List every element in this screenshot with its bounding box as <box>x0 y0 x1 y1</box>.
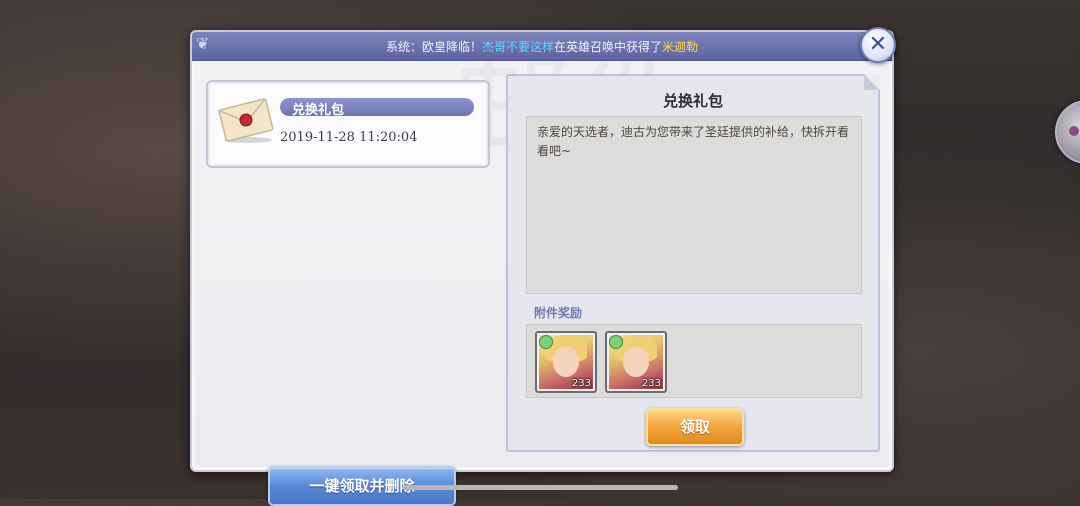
attachment-box: 233 233 <box>526 324 862 398</box>
home-indicator[interactable] <box>402 485 678 490</box>
element-badge-icon <box>539 335 553 349</box>
envelope-icon <box>218 98 274 143</box>
system-notice-bar: ❦ 系统：欧皇降临！杰哥不要这样在英雄召唤中获得了米迦勒 <box>192 32 892 61</box>
hero-portrait-icon <box>623 347 649 377</box>
close-button[interactable]: ✕ <box>860 27 896 63</box>
system-notice-text: 系统：欧皇降临！杰哥不要这样在英雄召唤中获得了米迦勒 <box>192 38 892 55</box>
mail-body-box: 亲爱的天选者，迪古为您带来了圣廷提供的补给，快拆开看看吧~ <box>526 116 862 294</box>
mail-list-item[interactable]: 兑换礼包 2019-11-28 11:20:04 <box>206 80 490 168</box>
reward-item[interactable]: 233 <box>605 331 667 393</box>
mail-body-text: 亲爱的天选者，迪古为您带来了圣廷提供的补给，快拆开看看吧~ <box>537 125 850 158</box>
notice-middle: 在英雄召唤中获得了 <box>554 40 663 54</box>
mail-panel: 邮件 ❦ 系统：欧皇降临！杰哥不要这样在英雄召唤中获得了米迦勒 兑换礼包 201… <box>190 30 894 506</box>
attachment-label: 附件奖励 <box>534 306 583 320</box>
reward-quantity: 233 <box>641 378 661 389</box>
notice-player-name: 杰哥不要这样 <box>481 40 554 54</box>
notice-prefix: 系统：欧皇降临！ <box>385 40 482 54</box>
hero-portrait-icon <box>553 347 579 377</box>
close-icon: ✕ <box>868 32 888 57</box>
element-badge-icon <box>609 335 623 349</box>
mail-list: 兑换礼包 2019-11-28 11:20:04 一键领取并删除 <box>206 80 490 506</box>
mail-item-date: 2019-11-28 11:20:04 <box>280 130 418 145</box>
mail-item-title: 兑换礼包 <box>292 103 345 118</box>
notice-hero-name: 米迦勒 <box>662 40 699 54</box>
reward-item[interactable]: 233 <box>535 331 597 393</box>
mail-detail-heading: 兑换礼包 <box>662 92 723 110</box>
claim-button[interactable]: 领取 <box>646 408 744 446</box>
mail-detail-panel: 兑换礼包 亲爱的天选者，迪古为您带来了圣廷提供的补给，快拆开看看吧~ 附件奖励 … <box>506 74 880 452</box>
reward-quantity: 233 <box>571 378 591 389</box>
